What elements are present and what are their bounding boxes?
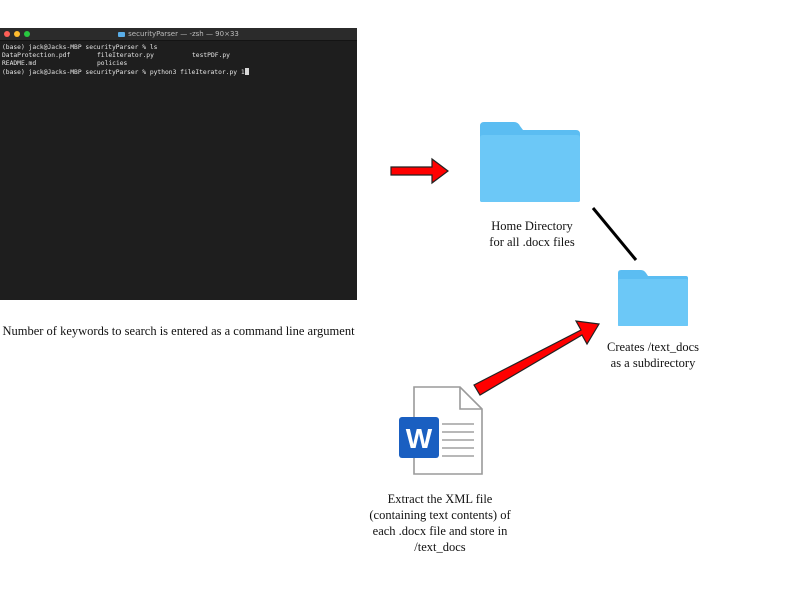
terminal-line-files-2: README.md policies <box>2 60 355 68</box>
terminal-title-text: securityParser — -zsh — 90×33 <box>128 30 239 38</box>
subdirectory-caption-line: Creates /text_docs <box>607 340 699 354</box>
file-entry: policies <box>97 60 128 67</box>
arrow-terminal-to-home <box>390 157 449 185</box>
word-logo-letter: W <box>406 423 433 454</box>
terminal-titlebar: securityParser — -zsh — 90×33 <box>0 28 357 41</box>
extract-caption-line: (containing text contents) of <box>369 508 511 522</box>
terminal-window: securityParser — -zsh — 90×33 (base) jac… <box>0 28 357 300</box>
terminal-line-files-1: DataProtection.pdf fileIterator.py testPDF… <box>2 52 355 60</box>
terminal-title: securityParser — -zsh — 90×33 <box>0 28 357 40</box>
subdirectory-caption-line: as a subdirectory <box>610 356 696 370</box>
file-entry: DataProtection.pdf <box>2 52 71 59</box>
subdirectory-folder-icon <box>618 270 688 326</box>
terminal-line-command: (base) jack@Jacks-MBP securityParser % p… <box>2 68 355 77</box>
extract-caption: Extract the XML file (containing text co… <box>340 491 540 555</box>
folder-icon <box>118 31 126 37</box>
text-cursor <box>244 68 249 75</box>
file-entry: fileIterator.py <box>97 52 154 59</box>
subdirectory-caption: Creates /text_docs as a subdirectory <box>578 339 728 371</box>
file-entry: testPDF.py <box>192 52 230 59</box>
file-entry: README.md <box>2 60 37 67</box>
terminal-output[interactable]: (base) jack@Jacks-MBP securityParser % l… <box>0 41 357 80</box>
command-text: (base) jack@Jacks-MBP securityParser % p… <box>2 69 245 76</box>
home-caption-line: for all .docx files <box>489 235 575 249</box>
extract-caption-line: /text_docs <box>414 540 466 554</box>
extract-caption-line: Extract the XML file <box>387 492 493 506</box>
word-document-icon: W <box>399 386 483 475</box>
terminal-line-ls: (base) jack@Jacks-MBP securityParser % l… <box>2 44 158 51</box>
extract-caption-line: each .docx file and store in <box>372 524 508 538</box>
home-folder-icon <box>480 122 580 202</box>
home-caption-line: Home Directory <box>491 219 573 233</box>
terminal-caption: Number of keywords to search is entered … <box>2 324 355 338</box>
home-directory-caption: Home Directory for all .docx files <box>457 218 607 250</box>
